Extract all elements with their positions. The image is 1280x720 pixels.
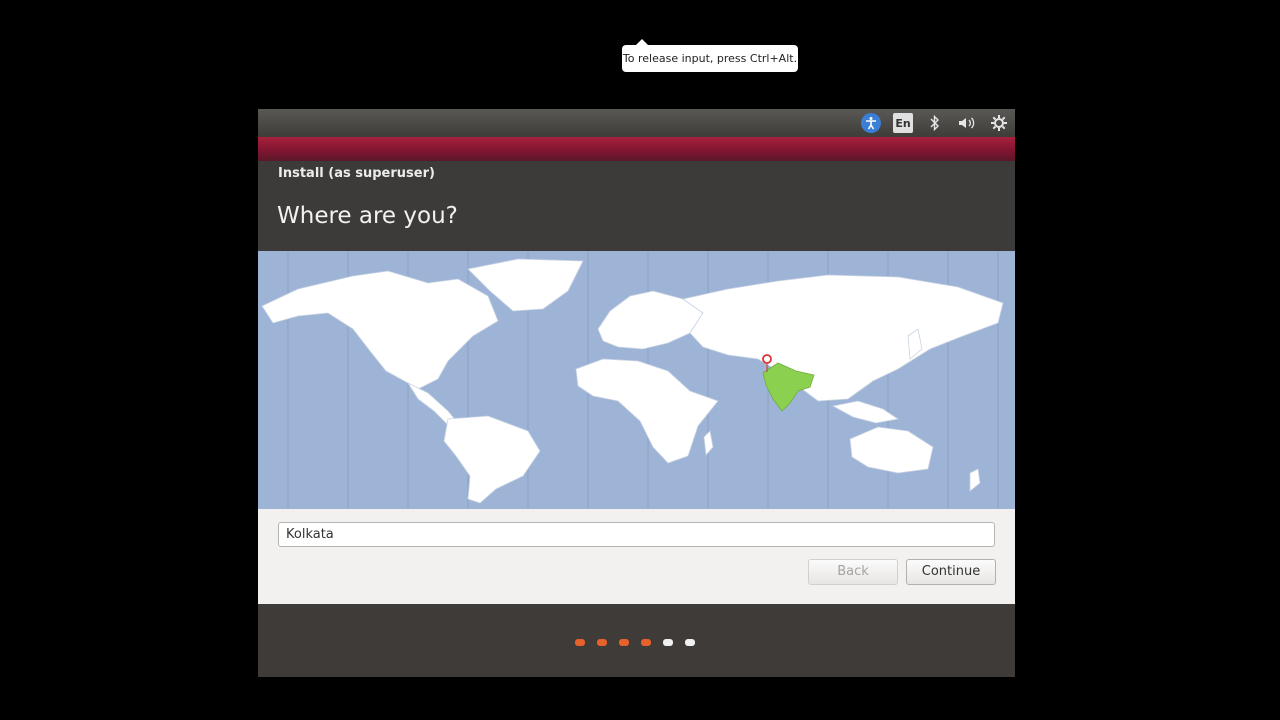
accessibility-icon[interactable] [861,113,881,133]
progress-dot-3 [619,639,629,646]
progress-dots [575,639,695,646]
timezone-city-input[interactable] [278,522,995,547]
continue-button[interactable]: Continue [906,559,996,585]
progress-dot-1 [575,639,585,646]
world-map[interactable] [258,251,1015,509]
installer-footer [258,604,1015,677]
progress-dot-5 [663,639,673,646]
window-titlebar [258,137,1015,161]
location-form: Back Continue [258,509,1015,604]
bluetooth-icon[interactable] [925,113,945,133]
keyboard-layout-icon[interactable]: En [893,113,913,133]
installer-header: Install (as superuser) Where are you? [258,161,1015,251]
timezone-map[interactable] [258,251,1015,509]
top-panel: En [258,109,1015,137]
progress-dot-4 [641,639,651,646]
settings-icon[interactable] [989,113,1009,133]
window-title: Install (as superuser) [278,166,435,181]
back-button[interactable]: Back [808,559,898,585]
installer-screen: En Install (as superuser) Where are you? [258,109,1015,677]
progress-dot-6 [685,639,695,646]
system-tray: En [861,113,1009,133]
progress-dot-2 [597,639,607,646]
release-input-tooltip: To release input, press Ctrl+Alt. [622,39,798,72]
page-title: Where are you? [277,203,458,229]
volume-icon[interactable] [957,113,977,133]
